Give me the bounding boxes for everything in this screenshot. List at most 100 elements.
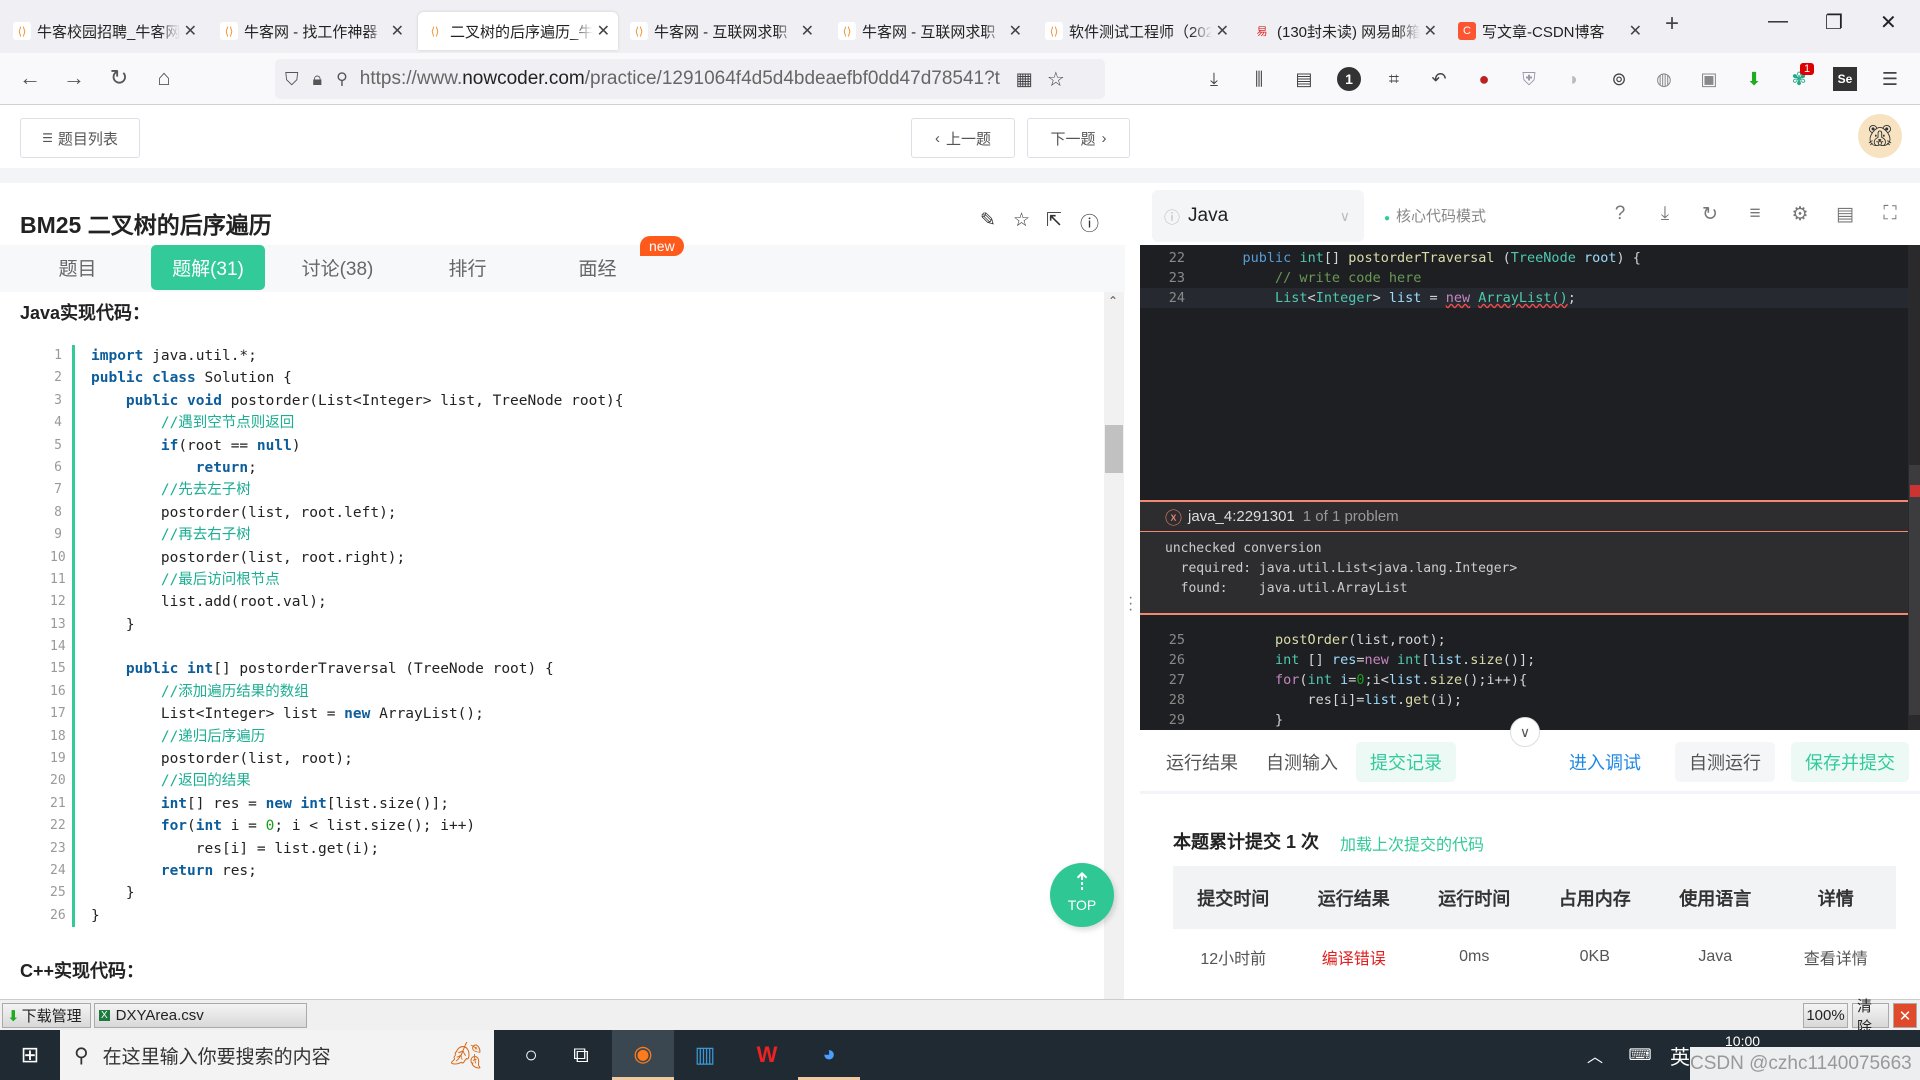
sidebar-icon[interactable]: ▤ (1292, 67, 1316, 91)
share-icon[interactable]: ⇱ (1046, 209, 1062, 232)
bookmark-star-icon[interactable]: ☆ (1047, 67, 1065, 92)
wps-icon[interactable]: W (736, 1030, 798, 1080)
restore-button[interactable]: ❐ (1825, 10, 1843, 35)
keyboard-shortcuts-icon[interactable]: ▤ (1832, 203, 1858, 226)
close-tab-icon[interactable]: ✕ (597, 21, 610, 41)
globe-icon[interactable]: ◍ (1652, 67, 1676, 91)
browser-tab[interactable]: ⟨⟩ 牛客网 - 互联网求职 ✕ (622, 12, 822, 50)
scroll-up-icon[interactable]: ⌃ (1108, 294, 1118, 308)
ghostery-icon[interactable]: ◗ (1562, 67, 1586, 91)
task-view-icon[interactable]: ⧉ (550, 1030, 612, 1080)
downloads-icon[interactable]: ⤓ (1202, 67, 1226, 91)
forward-icon[interactable]: → (60, 65, 88, 91)
file-archive-icon[interactable]: ▥ (674, 1030, 736, 1080)
close-tab-icon[interactable]: ✕ (391, 21, 404, 41)
minimize-button[interactable]: — (1768, 10, 1788, 33)
clear-downloads-button[interactable]: 清除 (1852, 998, 1889, 1036)
molecule-extension-icon[interactable]: ● (1472, 67, 1496, 91)
editor-line[interactable]: 26 int [] res=new int[list.size()]; (1140, 650, 1920, 670)
next-problem-button[interactable]: 下一题 › (1027, 118, 1130, 158)
edit-icon[interactable]: ✎ (980, 209, 996, 232)
keyboard-icon[interactable]: ⌨ (1620, 1030, 1660, 1080)
tab-run-result[interactable]: 运行结果 (1162, 742, 1242, 782)
debug-button[interactable]: 进入调试 (1560, 742, 1650, 782)
url-text[interactable]: https://www.nowcoder.com/practice/129106… (360, 68, 1000, 90)
browser-tab[interactable]: 易 (130封未读) 网易邮箱 ✕ (1245, 12, 1445, 50)
privacy-badger-icon[interactable]: ⛨ (1517, 67, 1541, 91)
qr-code-icon[interactable]: ▦ (1016, 69, 1033, 90)
editor-line[interactable]: 22 public int[] postorderTraversal (Tree… (1140, 248, 1920, 268)
view-details-link[interactable]: 查看详情 (1776, 945, 1897, 969)
editor-line[interactable]: 23 // write code here (1140, 268, 1920, 288)
lock-icon[interactable]: 🔒︎ (313, 69, 323, 90)
taskbar-search[interactable]: ⚲ 在这里输入你要搜索的内容 🍂︎ (60, 1030, 494, 1080)
tab-interview[interactable]: 面经 (560, 245, 635, 290)
download-code-icon[interactable]: ⤓ (1652, 203, 1678, 225)
tab-submit-record[interactable]: 提交记录 (1356, 742, 1456, 782)
browser-tab[interactable]: ⟨⟩ 软件测试工程师（2023 ✕ (1037, 12, 1237, 50)
browser-tab[interactable]: C 写文章-CSDN博客 ✕ (1450, 12, 1650, 50)
back-icon[interactable]: ← (16, 65, 44, 91)
permissions-icon[interactable]: ⚲ (336, 69, 348, 89)
problem-list-button[interactable]: ☰ 题目列表 (20, 118, 140, 158)
download-helper-icon[interactable]: ⬇ (1742, 67, 1766, 91)
prev-problem-button[interactable]: ‹ 上一题 (911, 118, 1015, 158)
left-scrollbar-thumb[interactable] (1105, 425, 1123, 473)
library-icon[interactable]: ⫼ (1247, 67, 1271, 91)
editor-line[interactable]: 27 for(int i=0;i<list.size();i++){ (1140, 670, 1920, 690)
download-manager-button[interactable]: ⬇ 下载管理 (2, 1003, 91, 1028)
settings-gear-icon[interactable]: ⚙ (1787, 203, 1813, 226)
windows-start-icon[interactable]: ⊞ (0, 1030, 60, 1080)
browser-tab[interactable]: ⟨⟩ 牛客网 - 找工作神器 ✕ (212, 12, 412, 50)
undo-icon[interactable]: ↶ (1427, 67, 1451, 91)
extension-one-icon[interactable]: 1 (1337, 67, 1361, 91)
editor-line[interactable]: 24 List<Integer> list = new ArrayList(); (1140, 288, 1920, 308)
editor-line[interactable]: 25 postOrder(list,root); (1140, 630, 1920, 650)
home-icon[interactable]: ⌂ (150, 65, 178, 91)
browser-tab[interactable]: ⟨⟩ 二叉树的后序遍历_牛客 ✕ (418, 12, 618, 50)
tab-self-input[interactable]: 自测输入 (1262, 742, 1342, 782)
browser-tab[interactable]: ⟨⟩ 牛客网 - 互联网求职 ✕ (830, 12, 1030, 50)
tab-solutions[interactable]: 题解(31) (151, 245, 265, 290)
editor-scrollbar-thumb[interactable] (1909, 465, 1920, 715)
help-icon[interactable]: ? (1607, 203, 1633, 225)
chat-app-icon[interactable]: ◕ (798, 1030, 860, 1080)
tray-expand-icon[interactable]: ︿ (1575, 1030, 1615, 1080)
close-tab-icon[interactable]: ✕ (1009, 21, 1022, 41)
download-item[interactable]: X DXYArea.csv (94, 1003, 307, 1028)
self-run-button[interactable]: 自测运行 (1675, 742, 1775, 782)
chain-link-icon[interactable]: ⊚ (1607, 67, 1631, 91)
close-window-button[interactable]: ✕ (1880, 10, 1897, 35)
close-tab-icon[interactable]: ✕ (1424, 21, 1437, 41)
menu-icon[interactable]: ☰ (1878, 67, 1902, 91)
code-editor[interactable]: 22 public int[] postorderTraversal (Tree… (1140, 245, 1920, 730)
reload-icon[interactable]: ↻ (105, 65, 133, 91)
tab-discussion[interactable]: 讨论(38) (290, 245, 385, 290)
close-download-bar-icon[interactable]: ✕ (1893, 1003, 1917, 1028)
zoom-level-button[interactable]: 100% (1803, 1003, 1848, 1028)
browser-tab[interactable]: ⟨⟩ 牛客校园招聘_牛客网 ✕ (5, 12, 205, 50)
favorite-star-icon[interactable]: ☆ (1013, 209, 1030, 232)
load-last-code-link[interactable]: 加载上次提交的代码 (1340, 831, 1484, 855)
format-icon[interactable]: ≡ (1742, 203, 1768, 225)
editor-line[interactable]: 28 res[i]=list.get(i); (1140, 690, 1920, 710)
close-tab-icon[interactable]: ✕ (801, 21, 814, 41)
new-tab-button[interactable]: + (1665, 10, 1679, 38)
close-tab-icon[interactable]: ✕ (184, 21, 197, 41)
tab-problem[interactable]: 题目 (40, 245, 115, 290)
reset-icon[interactable]: ↻ (1697, 203, 1723, 226)
fullscreen-icon[interactable]: ⛶ (1877, 203, 1903, 225)
close-tab-icon[interactable]: ✕ (1629, 21, 1642, 41)
tab-ranking[interactable]: 排行 (430, 245, 505, 290)
shield-icon[interactable]: ⛉ (285, 69, 299, 90)
language-select[interactable]: ⓘ Java ∨ (1152, 190, 1364, 242)
crop-icon[interactable]: ⌗ (1382, 67, 1406, 91)
selenium-icon[interactable]: Se (1833, 67, 1857, 91)
user-avatar[interactable]: 🐹︎ (1858, 114, 1902, 158)
back-to-top-button[interactable]: ⇡ TOP (1050, 863, 1114, 927)
panel-resize-handle[interactable]: · · · (1128, 590, 1133, 618)
close-tab-icon[interactable]: ✕ (1216, 21, 1229, 41)
firefox-icon[interactable]: ◉ (612, 1030, 674, 1080)
report-icon[interactable]: ⓘ (1080, 209, 1099, 236)
address-bar[interactable]: ⛉ 🔒︎ ⚲ https://www.nowcoder.com/practice… (275, 59, 1105, 99)
